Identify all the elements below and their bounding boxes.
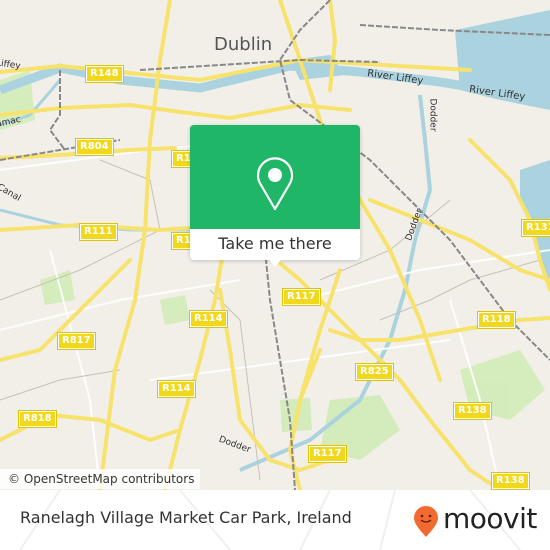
map-pin-icon [256,157,294,211]
location-popup[interactable]: Take me there [190,125,360,267]
map-attribution[interactable]: © OpenStreetMap contributors [0,469,201,489]
city-label: Dublin [214,34,273,55]
popup-pointer [265,255,285,267]
moovit-wordmark: moovit [443,502,537,535]
road-label: R148 [85,65,124,83]
water-label: Dodder [427,98,438,132]
road-label: R117 [282,288,321,306]
road-label: R114 [157,380,196,398]
road-label: R138 [453,402,492,420]
road-label: R804 [75,138,114,156]
road-label: R111 [79,223,118,241]
road-label: R138 [491,472,530,490]
road-label: R818 [18,410,57,428]
road-label: R825 [355,363,394,381]
popup-header[interactable] [190,125,360,229]
road-label: R131 [521,219,550,237]
road-label: R118 [477,311,516,329]
footer: Ranelagh Village Market Car Park, Irelan… [0,490,550,550]
map[interactable]: Dublin River Liffey River Liffey Dodder … [0,0,550,490]
park-area [160,295,190,325]
moovit-pin-icon [414,506,438,537]
road-label: R114 [189,310,228,328]
place-name: Ranelagh Village Market Car Park, Irelan… [20,508,352,527]
road-label: R817 [57,332,96,350]
road-label: R117 [308,445,347,463]
